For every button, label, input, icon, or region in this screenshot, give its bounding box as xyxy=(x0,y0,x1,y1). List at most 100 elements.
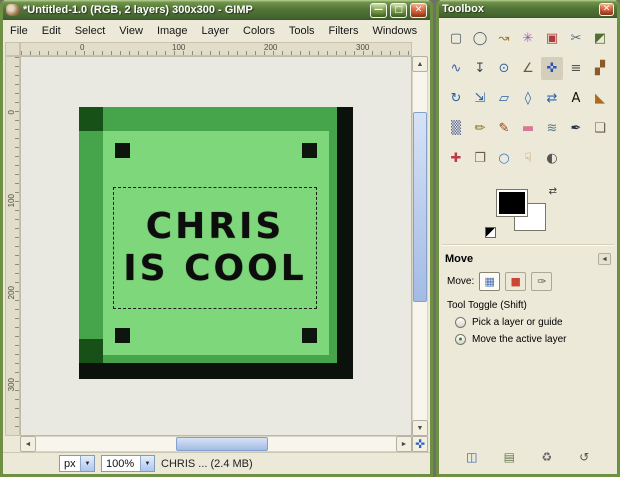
image-inner-panel: CHRIS IS COOL xyxy=(103,131,329,355)
text-tool[interactable]: A xyxy=(565,87,587,110)
ruler-mark: 100 xyxy=(172,43,186,52)
free-select-tool[interactable]: ↝ xyxy=(493,27,515,50)
reset-tool-options-button[interactable]: ↺ xyxy=(574,448,594,466)
restore-tool-options-button[interactable]: ▤ xyxy=(499,448,519,466)
zoom-combobox[interactable]: 100% ▼ xyxy=(101,455,155,472)
rect-select-tool[interactable]: ▢ xyxy=(445,27,467,50)
menu-item[interactable]: Image xyxy=(150,22,195,39)
corner-square xyxy=(115,143,130,158)
select-by-color-tool[interactable]: ▣ xyxy=(541,27,563,50)
scroll-right-icon[interactable]: ► xyxy=(396,436,412,452)
save-tool-options-button[interactable]: ◫ xyxy=(462,448,482,466)
delete-tool-options-button[interactable]: ♻ xyxy=(537,448,557,466)
menu-item[interactable]: Windows xyxy=(365,22,424,39)
image-corner-dark xyxy=(79,339,103,363)
measure-tool[interactable]: ∠ xyxy=(517,57,539,80)
crop-tool[interactable]: ▞ xyxy=(589,57,611,80)
paths-tool[interactable]: ∿ xyxy=(445,57,467,80)
blur-sharpen-tool[interactable]: ○ xyxy=(493,147,515,170)
airbrush-tool[interactable]: ≋ xyxy=(541,117,563,140)
corner-square xyxy=(302,143,317,158)
menu-item[interactable]: Filters xyxy=(322,22,366,39)
image-corner-dark xyxy=(79,107,103,131)
dodge-burn-tool[interactable]: ◐ xyxy=(541,147,563,170)
toolbox-titlebar[interactable]: Toolbox ✕ xyxy=(439,0,617,18)
ruler-mark: 100 xyxy=(7,194,16,208)
collapse-options-icon[interactable]: ◄ xyxy=(598,253,611,265)
horizontal-ruler[interactable]: 0 100 200 300 xyxy=(20,42,412,56)
perspective-tool[interactable]: ◊ xyxy=(517,87,539,110)
toolbox-close-button[interactable]: ✕ xyxy=(599,2,614,16)
main-titlebar[interactable]: *Untitled-1.0 (RGB, 2 layers) 300x300 - … xyxy=(3,0,430,20)
color-picker-tool[interactable]: ↧ xyxy=(469,57,491,80)
heal-tool[interactable]: ✚ xyxy=(445,147,467,170)
vertical-scrollbar[interactable]: ▲ ▼ xyxy=(412,56,428,436)
tool-options-header: Move ◄ xyxy=(439,248,617,268)
move-selection-button[interactable]: ■ xyxy=(505,272,527,291)
align-tool[interactable]: ≡ xyxy=(565,57,587,80)
gradient-tool[interactable]: ▒ xyxy=(445,117,467,140)
menu-item[interactable]: Colors xyxy=(236,22,282,39)
vertical-ruler[interactable]: 0 100 200 300 xyxy=(5,56,20,436)
radio-option[interactable]: Pick a layer or guide xyxy=(439,314,617,331)
scroll-left-icon[interactable]: ◄ xyxy=(20,436,36,452)
corner-square xyxy=(302,328,317,343)
radio-circle-icon[interactable]: ● xyxy=(455,334,466,345)
menu-item[interactable]: Tools xyxy=(282,22,322,39)
menu-item[interactable]: View xyxy=(112,22,150,39)
menubar: File Edit Select View Image Layer Colors Tools F… xyxy=(3,20,430,40)
window-title: *Untitled-1.0 (RGB, 2 layers) 300x300 - … xyxy=(23,4,253,16)
shear-tool[interactable]: ▱ xyxy=(493,87,515,110)
scale-tool[interactable]: ⇲ xyxy=(469,87,491,110)
horizontal-scrollbar[interactable]: ◄ ► xyxy=(20,436,412,452)
menu-item[interactable]: Select xyxy=(68,22,113,39)
unit-combobox[interactable]: px ▼ xyxy=(59,455,95,472)
tool-options-title: Move xyxy=(445,253,474,265)
clone-tool[interactable]: ❏ xyxy=(589,117,611,140)
maximize-button[interactable]: □ xyxy=(390,2,407,18)
smudge-tool[interactable]: ☟ xyxy=(517,147,539,170)
swap-colors-icon[interactable]: ⇄ xyxy=(549,186,557,197)
image-shadow-right xyxy=(337,107,353,379)
foreground-color-swatch[interactable] xyxy=(496,189,528,217)
image[interactable]: CHRIS IS COOL xyxy=(79,107,353,379)
default-colors-icon[interactable] xyxy=(485,227,496,238)
h-scroll-track[interactable] xyxy=(36,436,396,452)
paintbrush-tool[interactable]: ✎ xyxy=(493,117,515,140)
radio-circle-icon[interactable] xyxy=(455,317,466,328)
chevron-down-icon[interactable]: ▼ xyxy=(80,456,94,471)
canvas[interactable]: CHRIS IS COOL xyxy=(20,56,412,436)
flip-tool[interactable]: ⇄ xyxy=(541,87,563,110)
navigation-button[interactable]: ✜ xyxy=(412,436,428,452)
menu-item[interactable]: File xyxy=(3,22,35,39)
perspective-clone-tool[interactable]: ❐ xyxy=(469,147,491,170)
selection-marquee[interactable]: CHRIS IS COOL xyxy=(113,187,317,309)
menu-item[interactable]: Edit xyxy=(35,22,68,39)
move-tool[interactable]: ✜ xyxy=(541,57,563,80)
menu-item[interactable]: Layer xyxy=(195,22,237,39)
scroll-down-icon[interactable]: ▼ xyxy=(412,420,428,436)
pencil-tool[interactable]: ✏ xyxy=(469,117,491,140)
ellipse-select-tool[interactable]: ◯ xyxy=(469,27,491,50)
eraser-tool[interactable]: ▬ xyxy=(517,117,539,140)
foreground-select-tool[interactable]: ◩ xyxy=(589,27,611,50)
radio-option[interactable]: ● Move the active layer xyxy=(439,331,617,348)
chevron-down-icon[interactable]: ▼ xyxy=(140,456,154,471)
fuzzy-select-tool[interactable]: ✳ xyxy=(517,27,539,50)
rotate-tool[interactable]: ↻ xyxy=(445,87,467,110)
zoom-value: 100% xyxy=(106,457,135,470)
h-scroll-thumb[interactable] xyxy=(176,437,268,451)
minimize-button[interactable]: — xyxy=(370,2,387,18)
scissors-select-tool[interactable]: ✂ xyxy=(565,27,587,50)
ruler-corner[interactable] xyxy=(5,42,20,56)
menu-item[interactable]: Help xyxy=(424,22,430,39)
v-scroll-thumb[interactable] xyxy=(413,112,427,302)
move-layer-button[interactable]: ▦ xyxy=(479,272,501,291)
close-button[interactable]: ✕ xyxy=(410,2,427,18)
bucket-fill-tool[interactable]: ◣ xyxy=(589,87,611,110)
move-path-button[interactable]: ✑ xyxy=(531,272,553,291)
v-scroll-track[interactable] xyxy=(412,72,428,420)
zoom-tool[interactable]: ⊙ xyxy=(493,57,515,80)
ink-tool[interactable]: ✒ xyxy=(565,117,587,140)
scroll-up-icon[interactable]: ▲ xyxy=(412,56,428,72)
